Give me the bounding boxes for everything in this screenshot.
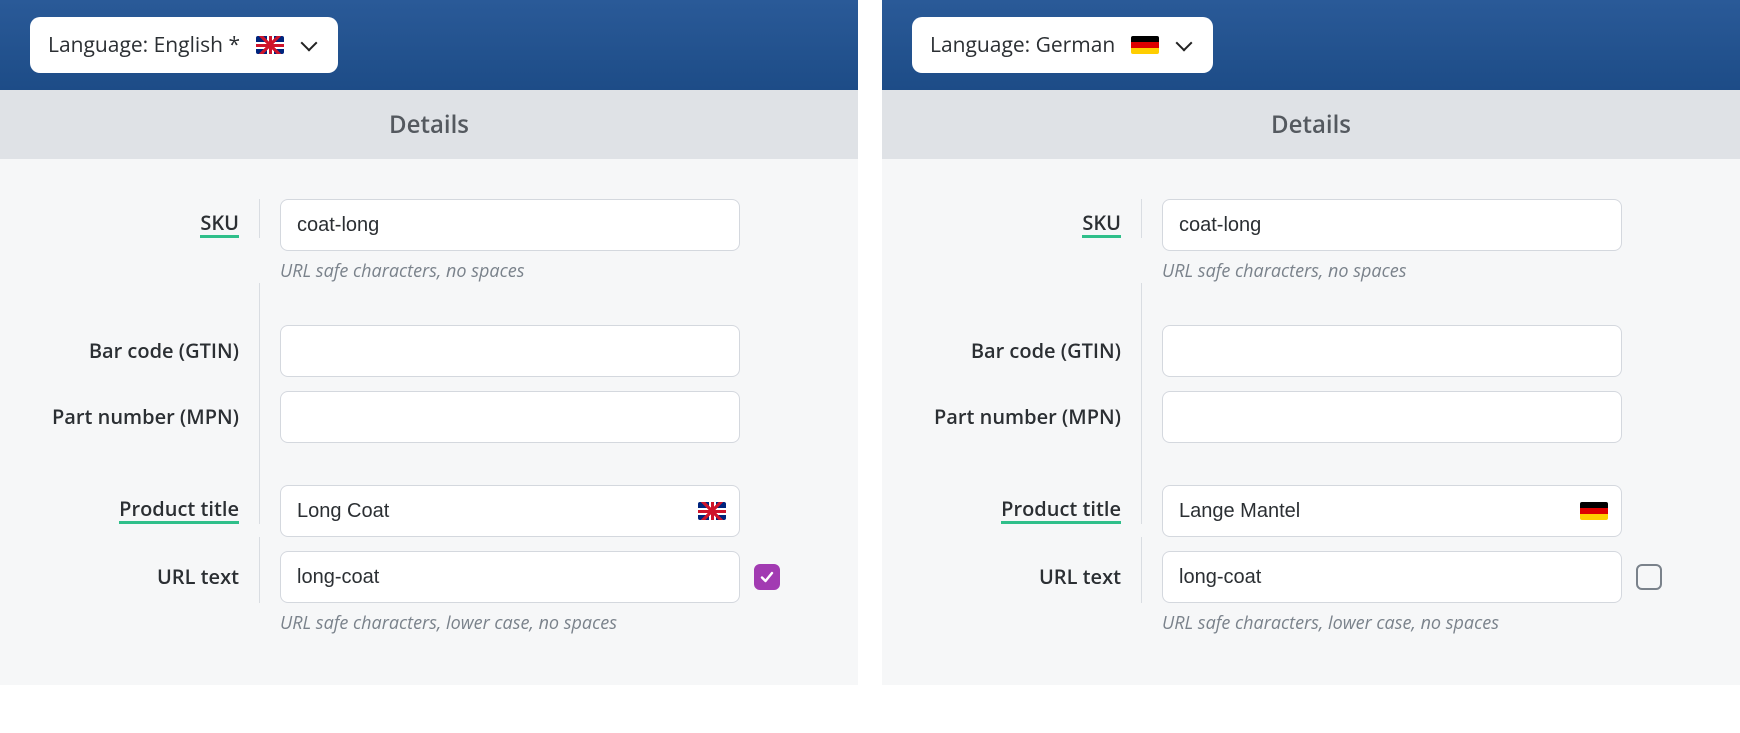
row-urltext: URL text URL safe characters, lower case… [922,551,1700,635]
barcode-label: Bar code (GTIN) [89,325,239,377]
details-form: SKU URL safe characters, no spaces Bar c… [882,159,1740,685]
row-urltext: URL text URL safe characters, lower case… [40,551,818,635]
row-title: Product title [922,485,1700,537]
comparison-stage: Language: English * Details SKU URL safe… [0,0,1740,685]
mpn-input[interactable] [1162,391,1622,443]
row-mpn: Part number (MPN) [40,391,818,443]
mpn-label: Part number (MPN) [934,391,1121,443]
row-sku: SKU URL safe characters, no spaces [40,199,818,283]
language-select[interactable]: Language: English * [30,17,338,73]
language-label: Language: English * [48,31,240,59]
row-title: Product title [40,485,818,537]
barcode-label: Bar code (GTIN) [971,325,1121,377]
sku-label: SKU [1082,213,1121,238]
sku-input[interactable] [280,199,740,251]
language-select[interactable]: Language: German [912,17,1213,73]
urltext-lock-checkbox[interactable] [754,564,780,590]
urltext-help: URL safe characters, lower case, no spac… [1162,611,1622,635]
urltext-label: URL text [157,551,239,603]
panel-english: Language: English * Details SKU URL safe… [0,0,858,685]
flag-uk-icon [256,36,284,54]
mpn-input[interactable] [280,391,740,443]
urltext-help: URL safe characters, lower case, no spac… [280,611,740,635]
topbar: Language: German [882,0,1740,90]
flag-de-icon [1131,36,1159,54]
chevron-down-icon [1175,35,1195,55]
barcode-input[interactable] [280,325,740,377]
language-label: Language: German [930,31,1115,59]
title-input[interactable] [1162,485,1622,537]
row-mpn: Part number (MPN) [922,391,1700,443]
mpn-label: Part number (MPN) [52,391,239,443]
urltext-input[interactable] [280,551,740,603]
row-barcode: Bar code (GTIN) [40,325,818,377]
flag-de-icon [1580,502,1608,520]
sku-input[interactable] [1162,199,1622,251]
chevron-down-icon [300,35,320,55]
flag-uk-icon [698,502,726,520]
sku-help: URL safe characters, no spaces [1162,259,1622,283]
urltext-lock-checkbox[interactable] [1636,564,1662,590]
section-title: Details [0,90,858,159]
sku-help: URL safe characters, no spaces [280,259,740,283]
row-sku: SKU URL safe characters, no spaces [922,199,1700,283]
title-label: Product title [119,499,239,524]
sku-label: SKU [200,213,239,238]
urltext-input[interactable] [1162,551,1622,603]
panel-german: Language: German Details SKU URL safe ch… [882,0,1740,685]
title-input[interactable] [280,485,740,537]
row-barcode: Bar code (GTIN) [922,325,1700,377]
topbar: Language: English * [0,0,858,90]
section-title: Details [882,90,1740,159]
barcode-input[interactable] [1162,325,1622,377]
urltext-label: URL text [1039,551,1121,603]
title-label: Product title [1001,499,1121,524]
details-form: SKU URL safe characters, no spaces Bar c… [0,159,858,685]
